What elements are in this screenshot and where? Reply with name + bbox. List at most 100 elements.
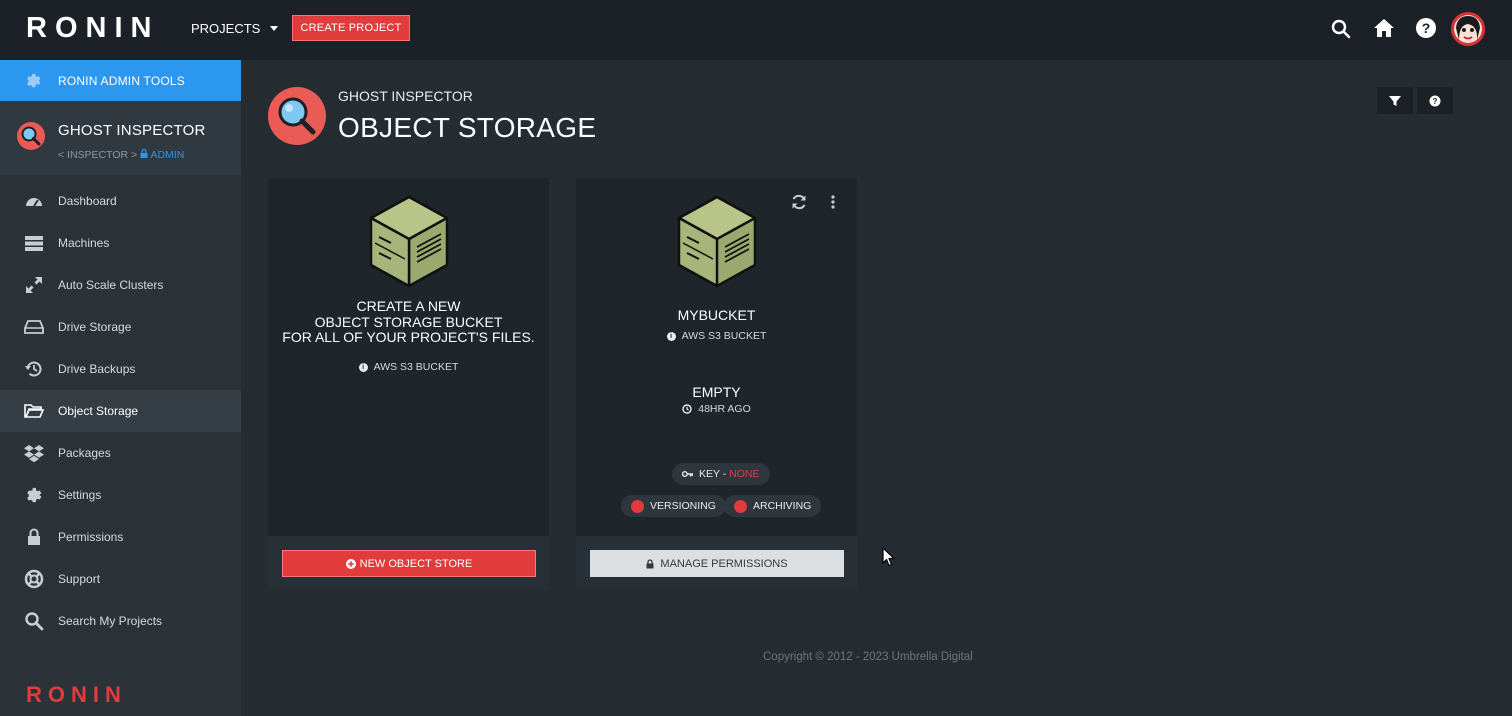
help-icon: ? [1429,95,1441,106]
user-avatar[interactable] [1451,12,1485,46]
filter-icon [1389,95,1401,106]
sidebar-item-label: Settings [58,488,102,502]
project-breadcrumb: < INSPECTOR > ADMIN [58,148,185,161]
sidebar-item-support[interactable]: Support [0,558,241,600]
create-bucket-card: CREATE A NEW OBJECT STORAGE BUCKET FOR A… [268,178,549,590]
copyright-text: Copyright © 2012 - 2023 Umbrella Digital [763,651,973,663]
bucket-time-label: 48HR AGO [698,403,751,415]
bucket-type: i AWS S3 BUCKET [268,361,549,373]
sidebar-item-drive-storage[interactable]: Drive Storage [0,306,241,348]
sidebar-item-machines[interactable]: Machines [0,222,241,264]
storage-crate-icon [677,195,757,288]
filter-button[interactable] [1377,87,1413,114]
refresh-icon[interactable] [790,193,808,211]
info-icon[interactable]: i [358,362,368,372]
lock-icon [646,558,654,568]
page-title: OBJECT STORAGE [338,112,597,143]
dashboard-icon [26,198,42,207]
ronin-footer-logo: RONIN [26,682,127,707]
key-label: KEY - [699,468,730,480]
admin-tools-link[interactable]: RONIN ADMIN TOOLS [0,60,241,101]
help-button[interactable]: ? [1417,87,1453,114]
sidebar-item-label: Machines [58,236,110,250]
projects-dropdown[interactable]: PROJECTS [191,21,279,36]
home-icon[interactable] [1372,16,1396,40]
bucket-type-label: AWS S3 BUCKET [681,330,767,342]
create-line-3: FOR ALL OF YOUR PROJECT'S FILES. [282,329,535,345]
sidebar-item-permissions[interactable]: Permissions [0,516,241,558]
sidebar-item-auto-scale-clusters[interactable]: Auto Scale Clusters [0,264,241,306]
info-icon[interactable]: i [666,331,676,341]
key-text: KEY - NONE [699,468,760,480]
gear-icon [27,487,42,503]
history-icon [25,361,42,377]
page-subtitle: GHOST INSPECTOR [338,88,473,104]
sidebar-item-drive-backups[interactable]: Drive Backups [0,348,241,390]
bucket-type: i AWS S3 BUCKET [576,330,857,342]
sidebar-item-settings[interactable]: Settings [0,474,241,516]
help-icon[interactable]: ? [1414,16,1438,40]
sidebar-item-label: Auto Scale Clusters [58,278,164,292]
more-vertical-icon[interactable] [824,193,842,211]
storage-crate-icon [369,195,449,288]
versioning-label: VERSIONING [650,500,716,512]
search-icon [25,612,44,631]
crumb-inspector[interactable]: < INSPECTOR > [58,149,137,161]
key-badge[interactable]: KEY - NONE [672,463,770,485]
svg-text:?: ? [1433,97,1438,106]
sidebar-item-label: Support [58,572,101,586]
create-project-button[interactable]: CREATE PROJECT [292,15,410,41]
crumb-admin[interactable]: ADMIN [140,148,185,161]
sidebar-item-packages[interactable]: Packages [0,432,241,474]
manage-permissions-button[interactable]: MANAGE PERMISSIONS [590,550,844,577]
magnifier-icon [21,126,41,146]
sidebar-item-label: Object Storage [58,404,139,418]
top-navbar: RONIN PROJECTS CREATE PROJECT ? [0,0,1512,60]
dropbox-icon [24,445,44,463]
crumb-admin-label: ADMIN [150,149,185,161]
status-dot [631,499,644,513]
magnifier-icon [278,97,316,135]
bucket-name: MYBUCKET [677,307,756,323]
sidebar-item-label: Dashboard [58,194,117,208]
sidebar-item-search-my-projects[interactable]: Search My Projects [0,600,241,642]
bucket-type-label: AWS S3 BUCKET [373,361,459,373]
sidebar-item-dashboard[interactable]: Dashboard [0,180,241,222]
clock-icon [682,404,692,414]
search-icon[interactable] [1329,17,1353,41]
key-value: NONE [729,468,760,480]
sidebar-item-label: Drive Storage [58,320,132,334]
sidebar-item-object-storage[interactable]: Object Storage [0,390,241,432]
create-line-1: CREATE A NEW [356,298,461,314]
archiving-badge[interactable]: ARCHIVING [724,495,822,517]
admin-tools-label: RONIN ADMIN TOOLS [58,73,185,88]
sidebar-item-label: Search My Projects [58,614,163,628]
new-object-store-label: NEW OBJECT STORE [359,557,473,570]
project-name: GHOST INSPECTOR [58,122,206,139]
key-icon [682,471,693,477]
project-avatar [17,122,45,150]
projects-label: PROJECTS [191,21,261,36]
hdd-icon [24,320,44,334]
bucket-status: EMPTY [692,384,741,400]
lifebuoy-icon [24,569,44,589]
expand-icon [26,277,42,293]
bucket-time: 48HR AGO [576,403,857,415]
new-object-store-button[interactable]: NEW OBJECT STORE [282,550,536,577]
lock-icon [140,148,148,158]
lock-icon [28,528,40,545]
mouse-cursor-icon [882,547,895,567]
current-project[interactable]: GHOST INSPECTOR < INSPECTOR > ADMIN [0,101,241,175]
sidebar-item-label: Packages [58,446,111,460]
caret-down-icon [270,26,279,31]
ronin-logo[interactable]: RONIN [26,12,159,45]
project-icon [268,87,326,145]
archiving-label: ARCHIVING [753,500,812,512]
sidebar-item-label: Permissions [58,530,124,544]
bucket-card: MYBUCKET i AWS S3 BUCKET EMPTY 48HR AGO … [576,178,857,590]
folder-open-icon [24,404,44,418]
versioning-badge[interactable]: VERSIONING [621,495,726,517]
plus-circle-icon [345,558,356,569]
sidebar: RONIN ADMIN TOOLS GHOST INSPECTOR < INSP… [0,60,241,716]
server-icon [25,236,43,251]
